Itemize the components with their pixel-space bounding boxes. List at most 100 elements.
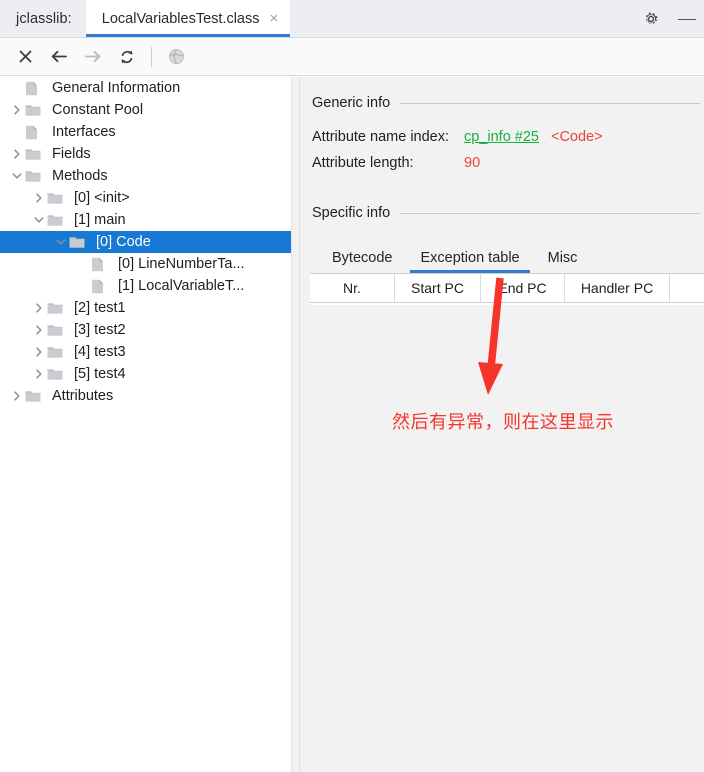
tab-misc[interactable]: Misc (534, 250, 592, 273)
specific-info-tabs: Bytecode Exception table Misc (300, 241, 704, 273)
folder-icon (25, 389, 47, 403)
generic-info-header: Generic info (300, 93, 704, 113)
cp-info-link[interactable]: cp_info #25 (464, 129, 539, 145)
tree-node[interactable]: [0] <init> (0, 187, 291, 209)
attribute-length-value: 90 (464, 155, 481, 171)
chevron-right-icon[interactable] (8, 99, 25, 121)
tree-node[interactable]: [0] Code (0, 231, 291, 253)
app-name-label: jclasslib: (16, 10, 72, 27)
gear-icon[interactable] (642, 10, 660, 28)
tree-node[interactable]: Interfaces (0, 121, 291, 143)
panel-splitter[interactable] (291, 77, 300, 772)
chevron-right-icon[interactable] (30, 297, 47, 319)
specific-info-rule (400, 212, 700, 214)
minimize-button[interactable] (676, 10, 698, 28)
folder-icon (47, 323, 69, 337)
tree-node-label: [0] <init> (74, 190, 130, 206)
browse-class-path-button[interactable] (159, 42, 193, 72)
attribute-name-index-label: Attribute name index: (312, 129, 450, 145)
chevron-right-icon[interactable] (30, 363, 47, 385)
tree-node-label: [0] Code (96, 234, 151, 250)
tree-node-label: Fields (52, 146, 91, 162)
specific-info-title: Specific info (312, 205, 391, 221)
column-header-handler-pc[interactable]: Handler PC (565, 274, 670, 302)
close-icon[interactable]: × (270, 11, 279, 26)
column-header-end-pc[interactable]: End PC (481, 274, 565, 302)
column-header-extra[interactable] (670, 274, 704, 302)
tree-node[interactable]: [2] test1 (0, 297, 291, 319)
close-file-button[interactable] (8, 42, 42, 72)
file-icon (91, 257, 113, 272)
folder-icon (25, 103, 47, 117)
chevron-right-icon[interactable] (30, 319, 47, 341)
chevron-down-icon[interactable] (30, 209, 47, 231)
chevron-down-icon[interactable] (52, 231, 69, 253)
tree-node-label: Methods (52, 168, 108, 184)
chevron-right-icon[interactable] (8, 385, 25, 407)
tree-node-label: Constant Pool (52, 102, 144, 118)
folder-icon (47, 213, 69, 227)
tree-node[interactable]: [5] test4 (0, 363, 291, 385)
tree-node[interactable]: [1] LocalVariableT... (0, 275, 291, 297)
window-controls (642, 0, 704, 37)
attribute-length-label: Attribute length: (312, 155, 414, 171)
tree-node[interactable]: Attributes (0, 385, 291, 407)
chevron-right-icon[interactable] (30, 187, 47, 209)
tab-bytecode[interactable]: Bytecode (318, 250, 406, 273)
tab-exception-table[interactable]: Exception table (406, 250, 533, 273)
tree-node-label: [3] test2 (74, 322, 126, 338)
file-icon (25, 125, 47, 140)
column-header-start-pc[interactable]: Start PC (395, 274, 481, 302)
chevron-down-icon[interactable] (8, 165, 25, 187)
generic-info-rule (400, 102, 700, 104)
class-structure-tree[interactable]: General Information Constant Pool Interfac… (0, 77, 291, 772)
tree-node[interactable]: Methods (0, 165, 291, 187)
generic-info-fields: Attribute name index: cp_info #25 <Code>… (300, 129, 704, 181)
tree-node-label: Interfaces (52, 124, 116, 140)
tree-node[interactable]: Constant Pool (0, 99, 291, 121)
exception-table-body (310, 303, 704, 305)
folder-icon (69, 235, 91, 249)
tree-node-label: [5] test4 (74, 366, 126, 382)
attribute-length-row: Attribute length: 90 (312, 155, 704, 181)
back-button[interactable] (42, 42, 76, 72)
tree-node[interactable]: General Information (0, 77, 291, 99)
folder-icon (47, 301, 69, 315)
tree-node-label: [4] test3 (74, 344, 126, 360)
specific-info-header: Specific info (300, 203, 704, 223)
tree-node[interactable]: Fields (0, 143, 291, 165)
tab-localvariablestest-class[interactable]: LocalVariablesTest.class × (85, 0, 291, 37)
tree-node[interactable]: [4] test3 (0, 341, 291, 363)
folder-icon (25, 147, 47, 161)
annotation-text: 然后有异常，则在这里显示 (392, 412, 614, 433)
tree-node[interactable]: [0] LineNumberTa... (0, 253, 291, 275)
title-bar: jclasslib: LocalVariablesTest.class × (0, 0, 704, 38)
chevron-right-icon[interactable] (30, 341, 47, 363)
folder-icon (47, 367, 69, 381)
chevron-right-icon[interactable] (8, 143, 25, 165)
tree-node-label: [1] main (74, 212, 126, 228)
reload-button[interactable] (110, 42, 144, 72)
forward-button[interactable] (76, 42, 110, 72)
tree-node[interactable]: [3] test2 (0, 319, 291, 341)
generic-info-title: Generic info (312, 95, 391, 111)
column-header-nr[interactable]: Nr. (310, 274, 395, 302)
tree-node[interactable]: [1] main (0, 209, 291, 231)
file-icon (91, 279, 113, 294)
tree-node-label: General Information (52, 80, 181, 96)
tree-node-label: [0] LineNumberTa... (118, 256, 245, 272)
